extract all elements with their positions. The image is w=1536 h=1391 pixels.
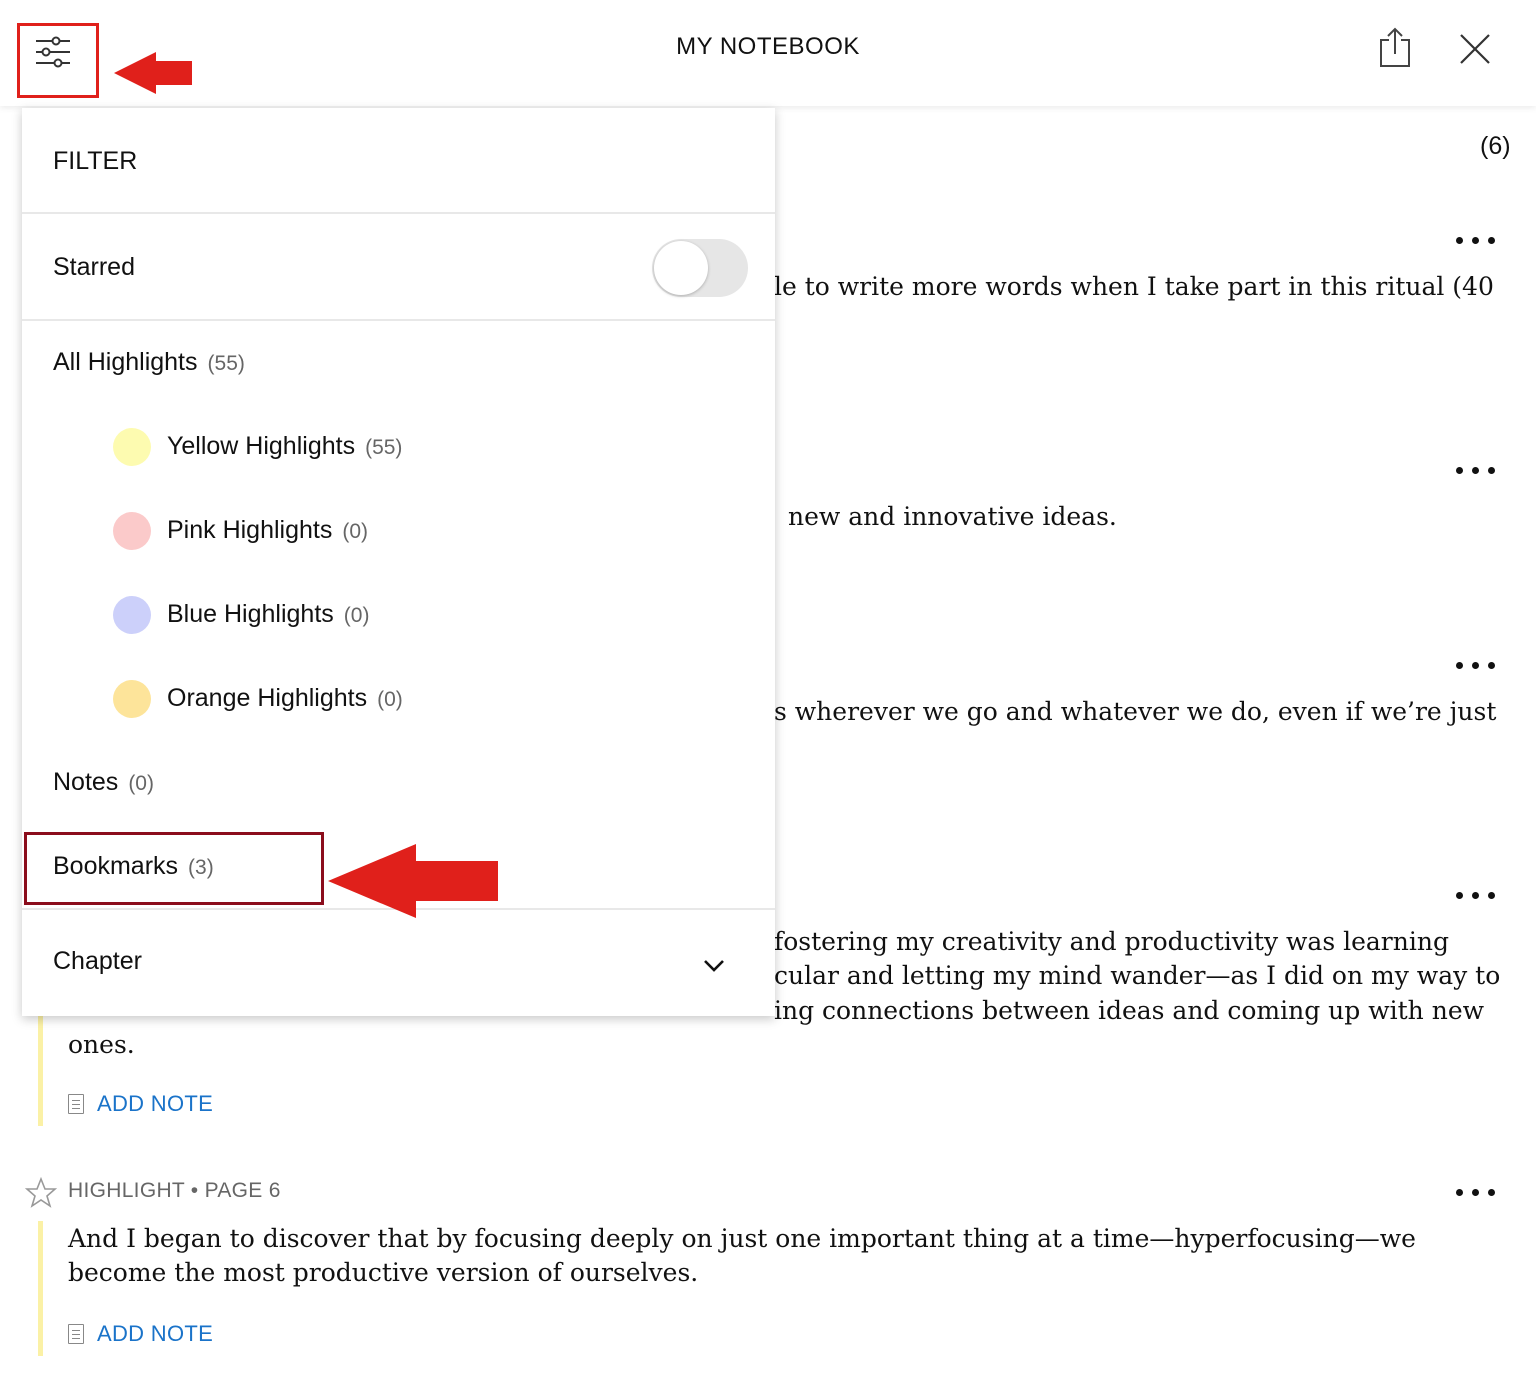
filter-orange-highlights[interactable]: Orange Highlights (0)	[167, 684, 403, 713]
red-arrow-icon	[328, 844, 498, 918]
chapter-dropdown[interactable]	[698, 954, 730, 978]
filter-blue-highlights[interactable]: Blue Highlights (0)	[167, 600, 369, 629]
blue-color-dot	[113, 596, 151, 634]
result-count: (6)	[1480, 132, 1511, 160]
highlight-text: le to write more words when I take part …	[774, 272, 1494, 301]
highlight-box-filter	[17, 23, 99, 98]
filter-count: (0)	[377, 688, 403, 711]
add-note-button[interactable]: ADD NOTE	[97, 1091, 213, 1117]
highlight-text-line: ing connections between ideas and coming…	[774, 996, 1485, 1025]
filter-label: Blue Highlights	[167, 600, 334, 628]
highlight-meta: HIGHLIGHT • PAGE 6	[68, 1179, 281, 1202]
highlight-text-line: become the most productive version of ou…	[68, 1258, 699, 1287]
more-options-button[interactable]	[1456, 465, 1502, 477]
filter-label: Pink Highlights	[167, 516, 333, 544]
toggle-knob	[654, 241, 708, 295]
filter-yellow-highlights[interactable]: Yellow Highlights (55)	[167, 432, 402, 461]
highlight-text-line: And I began to discover that by focusing…	[68, 1224, 1416, 1253]
highlight-color-bar	[38, 1221, 43, 1356]
more-options-button[interactable]	[1456, 235, 1502, 247]
star-icon	[24, 1176, 58, 1208]
pink-color-dot	[113, 512, 151, 550]
highlight-text: s wherever we go and whatever we do, eve…	[774, 697, 1497, 726]
highlight-color-bar	[38, 1006, 43, 1126]
star-button[interactable]	[24, 1176, 58, 1209]
filter-all-highlights[interactable]: All Highlights (55)	[53, 348, 245, 377]
filter-count: (55)	[365, 436, 403, 459]
highlight-text-line: ones.	[68, 1030, 135, 1059]
share-button[interactable]	[1376, 26, 1414, 70]
highlight-text: new and innovative ideas.	[788, 502, 1117, 531]
close-button[interactable]	[1458, 32, 1492, 66]
orange-color-dot	[113, 680, 151, 718]
share-icon	[1380, 27, 1410, 67]
divider	[22, 319, 775, 321]
page-title: MY NOTEBOOK	[676, 33, 860, 60]
filter-label: Orange Highlights	[167, 684, 368, 712]
highlight-text-line: cular and letting my mind wander—as I di…	[774, 961, 1501, 990]
filter-heading: FILTER	[53, 147, 138, 175]
highlight-text-line: fostering my creativity and productivity…	[774, 927, 1449, 956]
close-icon	[1460, 34, 1490, 64]
note-icon	[68, 1094, 84, 1114]
more-options-button[interactable]	[1456, 660, 1502, 672]
red-arrow-icon	[114, 52, 192, 94]
more-options-button[interactable]	[1456, 890, 1502, 902]
highlight-box-bookmarks	[24, 832, 324, 905]
filter-pink-highlights[interactable]: Pink Highlights (0)	[167, 516, 368, 545]
starred-label: Starred	[53, 253, 135, 281]
add-note-button[interactable]: ADD NOTE	[97, 1321, 213, 1347]
starred-toggle[interactable]	[652, 239, 748, 297]
more-options-button[interactable]	[1456, 1187, 1502, 1199]
filter-count: (55)	[207, 352, 245, 375]
filter-label: Notes	[53, 768, 119, 796]
divider	[22, 212, 775, 214]
filter-count: (0)	[342, 520, 369, 543]
note-icon	[68, 1324, 84, 1344]
yellow-color-dot	[113, 428, 151, 466]
chevron-down-icon	[704, 960, 724, 972]
top-bar: MY NOTEBOOK	[0, 0, 1536, 106]
filter-count: (0)	[128, 772, 154, 795]
chapter-label: Chapter	[53, 947, 142, 975]
filter-notes[interactable]: Notes (0)	[53, 768, 154, 797]
filter-label: All Highlights	[53, 348, 198, 376]
filter-label: Yellow Highlights	[167, 432, 356, 460]
filter-count: (0)	[343, 604, 370, 627]
